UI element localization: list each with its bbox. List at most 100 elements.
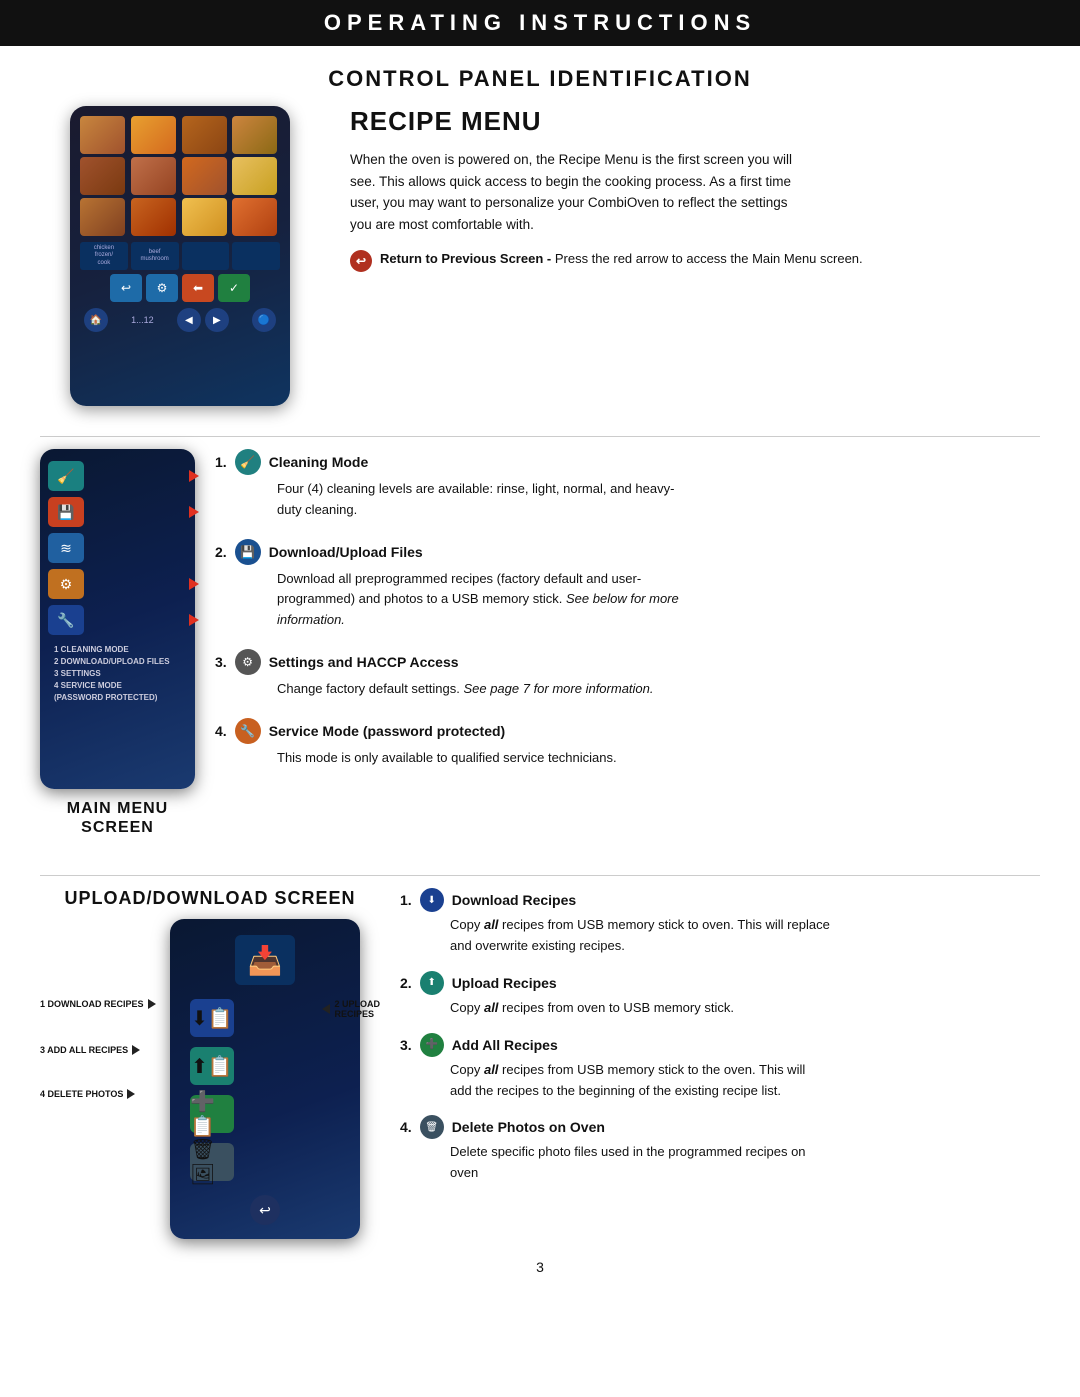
device-icon-btn-settings[interactable]: ⚙ [146,274,178,302]
ni-header-1: 1. 🧹 Cleaning Mode [215,449,1040,475]
upload-download-area: UPLOAD/DOWNLOAD SCREEN 1 DOWNLOAD RECIPE… [40,888,380,1239]
ni-text-service: This mode is only available to qualified… [277,748,697,769]
sni-title-delete: Delete Photos on Oven [452,1119,605,1135]
top-section: chickenfrozen/cook beefmushroom ↩ ⚙ ⬅ ✓ … [40,106,1040,406]
ni-num-3: 3. [215,654,227,670]
ni-text-settings: Change factory default settings. See pag… [277,679,697,700]
ni-num-1: 1. [215,454,227,470]
sni-num-3: 3. [400,1037,412,1053]
ud-bottom-nav: ↩ [180,1195,350,1225]
recipe-cell [182,116,227,154]
ni-num-2: 2. [215,544,227,560]
mm-label-settings: 3 SETTINGS [54,669,187,678]
ni-header-2: 2. 💾 Download/Upload Files [215,539,1040,565]
device-nav-home[interactable]: 🏠 [84,308,108,332]
device-icon-btn-green[interactable]: ✓ [218,274,250,302]
return-note-text: Return to Previous Screen - Press the re… [380,249,863,269]
ni-title-cleaning: Cleaning Mode [269,454,369,470]
mm-labels-block: 1 CLEANING MODE 2 DOWNLOAD/UPLOAD FILES … [48,645,187,702]
ud-top-icon-box: 📥 [235,935,295,985]
mm-icon-cleaning[interactable]: 🧹 [48,461,84,491]
ud-label-add-recipes: 3 ADD ALL RECIPES [40,1045,156,1055]
device-nav-right[interactable]: ▶ [205,308,229,332]
mm-icon-item-download: 💾 [48,497,187,527]
ud-label-add-text: 3 ADD ALL RECIPES [40,1045,128,1055]
ud-label-upload-line2: RECIPES [334,1009,380,1019]
ud-label-upload-recipes: 2 UPLOAD RECIPES [322,999,380,1019]
sni-title-add: Add All Recipes [452,1037,558,1053]
sni-num-2: 2. [400,975,412,991]
main-menu-label-text: MAIN MENUSCREEN [67,800,168,836]
recipe-grid [80,116,280,236]
recipe-menu-device: chickenfrozen/cook beefmushroom ↩ ⚙ ⬅ ✓ … [70,106,290,406]
ni-icon-settings: ⚙ [235,649,261,675]
mm-label-service: 4 SERVICE MODE [54,681,187,690]
ni-title-download: Download/Upload Files [269,544,423,560]
ud-label-download-text: 1 DOWNLOAD RECIPES [40,999,144,1009]
sni-title-download: Download Recipes [452,892,576,908]
bottom-right: 1. ⬇ Download Recipes Copy all recipes f… [400,888,1040,1198]
ud-device-wrapper: 1 DOWNLOAD RECIPES 3 ADD ALL RECIPES 4 D… [40,919,380,1239]
bottom-section: UPLOAD/DOWNLOAD SCREEN 1 DOWNLOAD RECIPE… [40,888,1040,1239]
right-col: RECIPE MENU When the oven is powered on,… [350,106,1040,406]
sni-header-2: 2. ⬆ Upload Recipes [400,971,1040,995]
device-label-cell [232,242,280,270]
mm-icon-download[interactable]: 💾 [48,497,84,527]
ud-icon-delete[interactable]: 🗑🖼 [190,1143,234,1181]
ud-device: 📥 ⬇📋 ⬆📋 ➕📋 [170,919,360,1239]
section-title: CONTROL PANEL IDENTIFICATION [40,66,1040,92]
ud-labels-right: 2 UPLOAD RECIPES [322,999,380,1019]
page-number: 3 [40,1259,1040,1285]
ud-top-icon-symbol: 📥 [248,944,283,977]
ni-header-4: 4. 🔧 Service Mode (password protected) [215,718,1040,744]
ud-label-delete-photos: 4 DELETE PHOTOS [40,1089,156,1099]
return-plain: Press the red arrow to access the Main M… [555,251,863,266]
device-nav-extra[interactable]: 🔵 [252,308,276,332]
section-divider [40,436,1040,437]
upload-download-title: UPLOAD/DOWNLOAD SCREEN [40,888,380,909]
sub-item-2: 2. ⬆ Upload Recipes Copy all recipes fro… [400,971,1040,1019]
return-bold: Return to Previous Screen - [380,251,551,266]
device-nav-left[interactable]: ◀ [177,308,201,332]
device-label-cell: beefmushroom [131,242,179,270]
mm-icon-item-cleaning: 🧹 [48,461,187,491]
mm-label-password: (PASSWORD PROTECTED) [54,693,187,702]
mm-icon-steam[interactable]: ≋ [48,533,84,563]
header-bar: OPERATING INSTRUCTIONS [0,0,1080,46]
ud-icon-list: ⬇📋 ⬆📋 ➕📋 🗑🖼 [180,999,350,1181]
ud-icon-upload[interactable]: ⬆📋 [190,1047,234,1085]
section-divider-2 [40,875,1040,876]
sni-header-4: 4. 🗑 Delete Photos on Oven [400,1115,1040,1139]
sni-icon-delete: 🗑 [420,1115,444,1139]
sni-icon-add: ➕ [420,1033,444,1057]
sni-text-upload: Copy all recipes from oven to USB memory… [450,998,830,1019]
ud-arrow-right [322,1004,330,1014]
numbered-item-3: 3. ⚙ Settings and HACCP Access Change fa… [215,649,1040,700]
mm-icon-item-settings: ⚙ [48,569,187,599]
recipe-cell [131,116,176,154]
recipe-menu-title: RECIPE MENU [350,106,1040,137]
ud-arrow-1 [148,999,156,1009]
mm-icon-item-service: 🔧 [48,605,187,635]
main-menu-area: 🧹 💾 ≋ ⚙ 🔧 [40,449,195,845]
recipe-cell [182,198,227,236]
ud-back-btn[interactable]: ↩ [250,1195,280,1225]
mm-icon-service[interactable]: 🔧 [48,605,84,635]
mm-icon-item-steam: ≋ [48,533,187,563]
mm-label-download: 2 DOWNLOAD/UPLOAD FILES [54,657,187,666]
header-title: OPERATING INSTRUCTIONS [324,10,756,35]
mm-icon-settings[interactable]: ⚙ [48,569,84,599]
ud-icon-add[interactable]: ➕📋 [190,1095,234,1133]
device-icon-btn-back[interactable]: ↩ [110,274,142,302]
device-icon-btn-red[interactable]: ⬅ [182,274,214,302]
ni-text-cleaning: Four (4) cleaning levels are available: … [277,479,697,521]
ni-icon-download: 💾 [235,539,261,565]
return-note: ↩ Return to Previous Screen - Press the … [350,249,1040,272]
sub-item-4: 4. 🗑 Delete Photos on Oven Delete specif… [400,1115,1040,1184]
mm-arrow-service [189,614,199,626]
sni-icon-download: ⬇ [420,888,444,912]
ud-label-download-recipes: 1 DOWNLOAD RECIPES [40,999,156,1009]
ud-label-delete-text: 4 DELETE PHOTOS [40,1089,123,1099]
mm-icon-list: 🧹 💾 ≋ ⚙ 🔧 [48,461,187,635]
ud-icon-download[interactable]: ⬇📋 [190,999,234,1037]
